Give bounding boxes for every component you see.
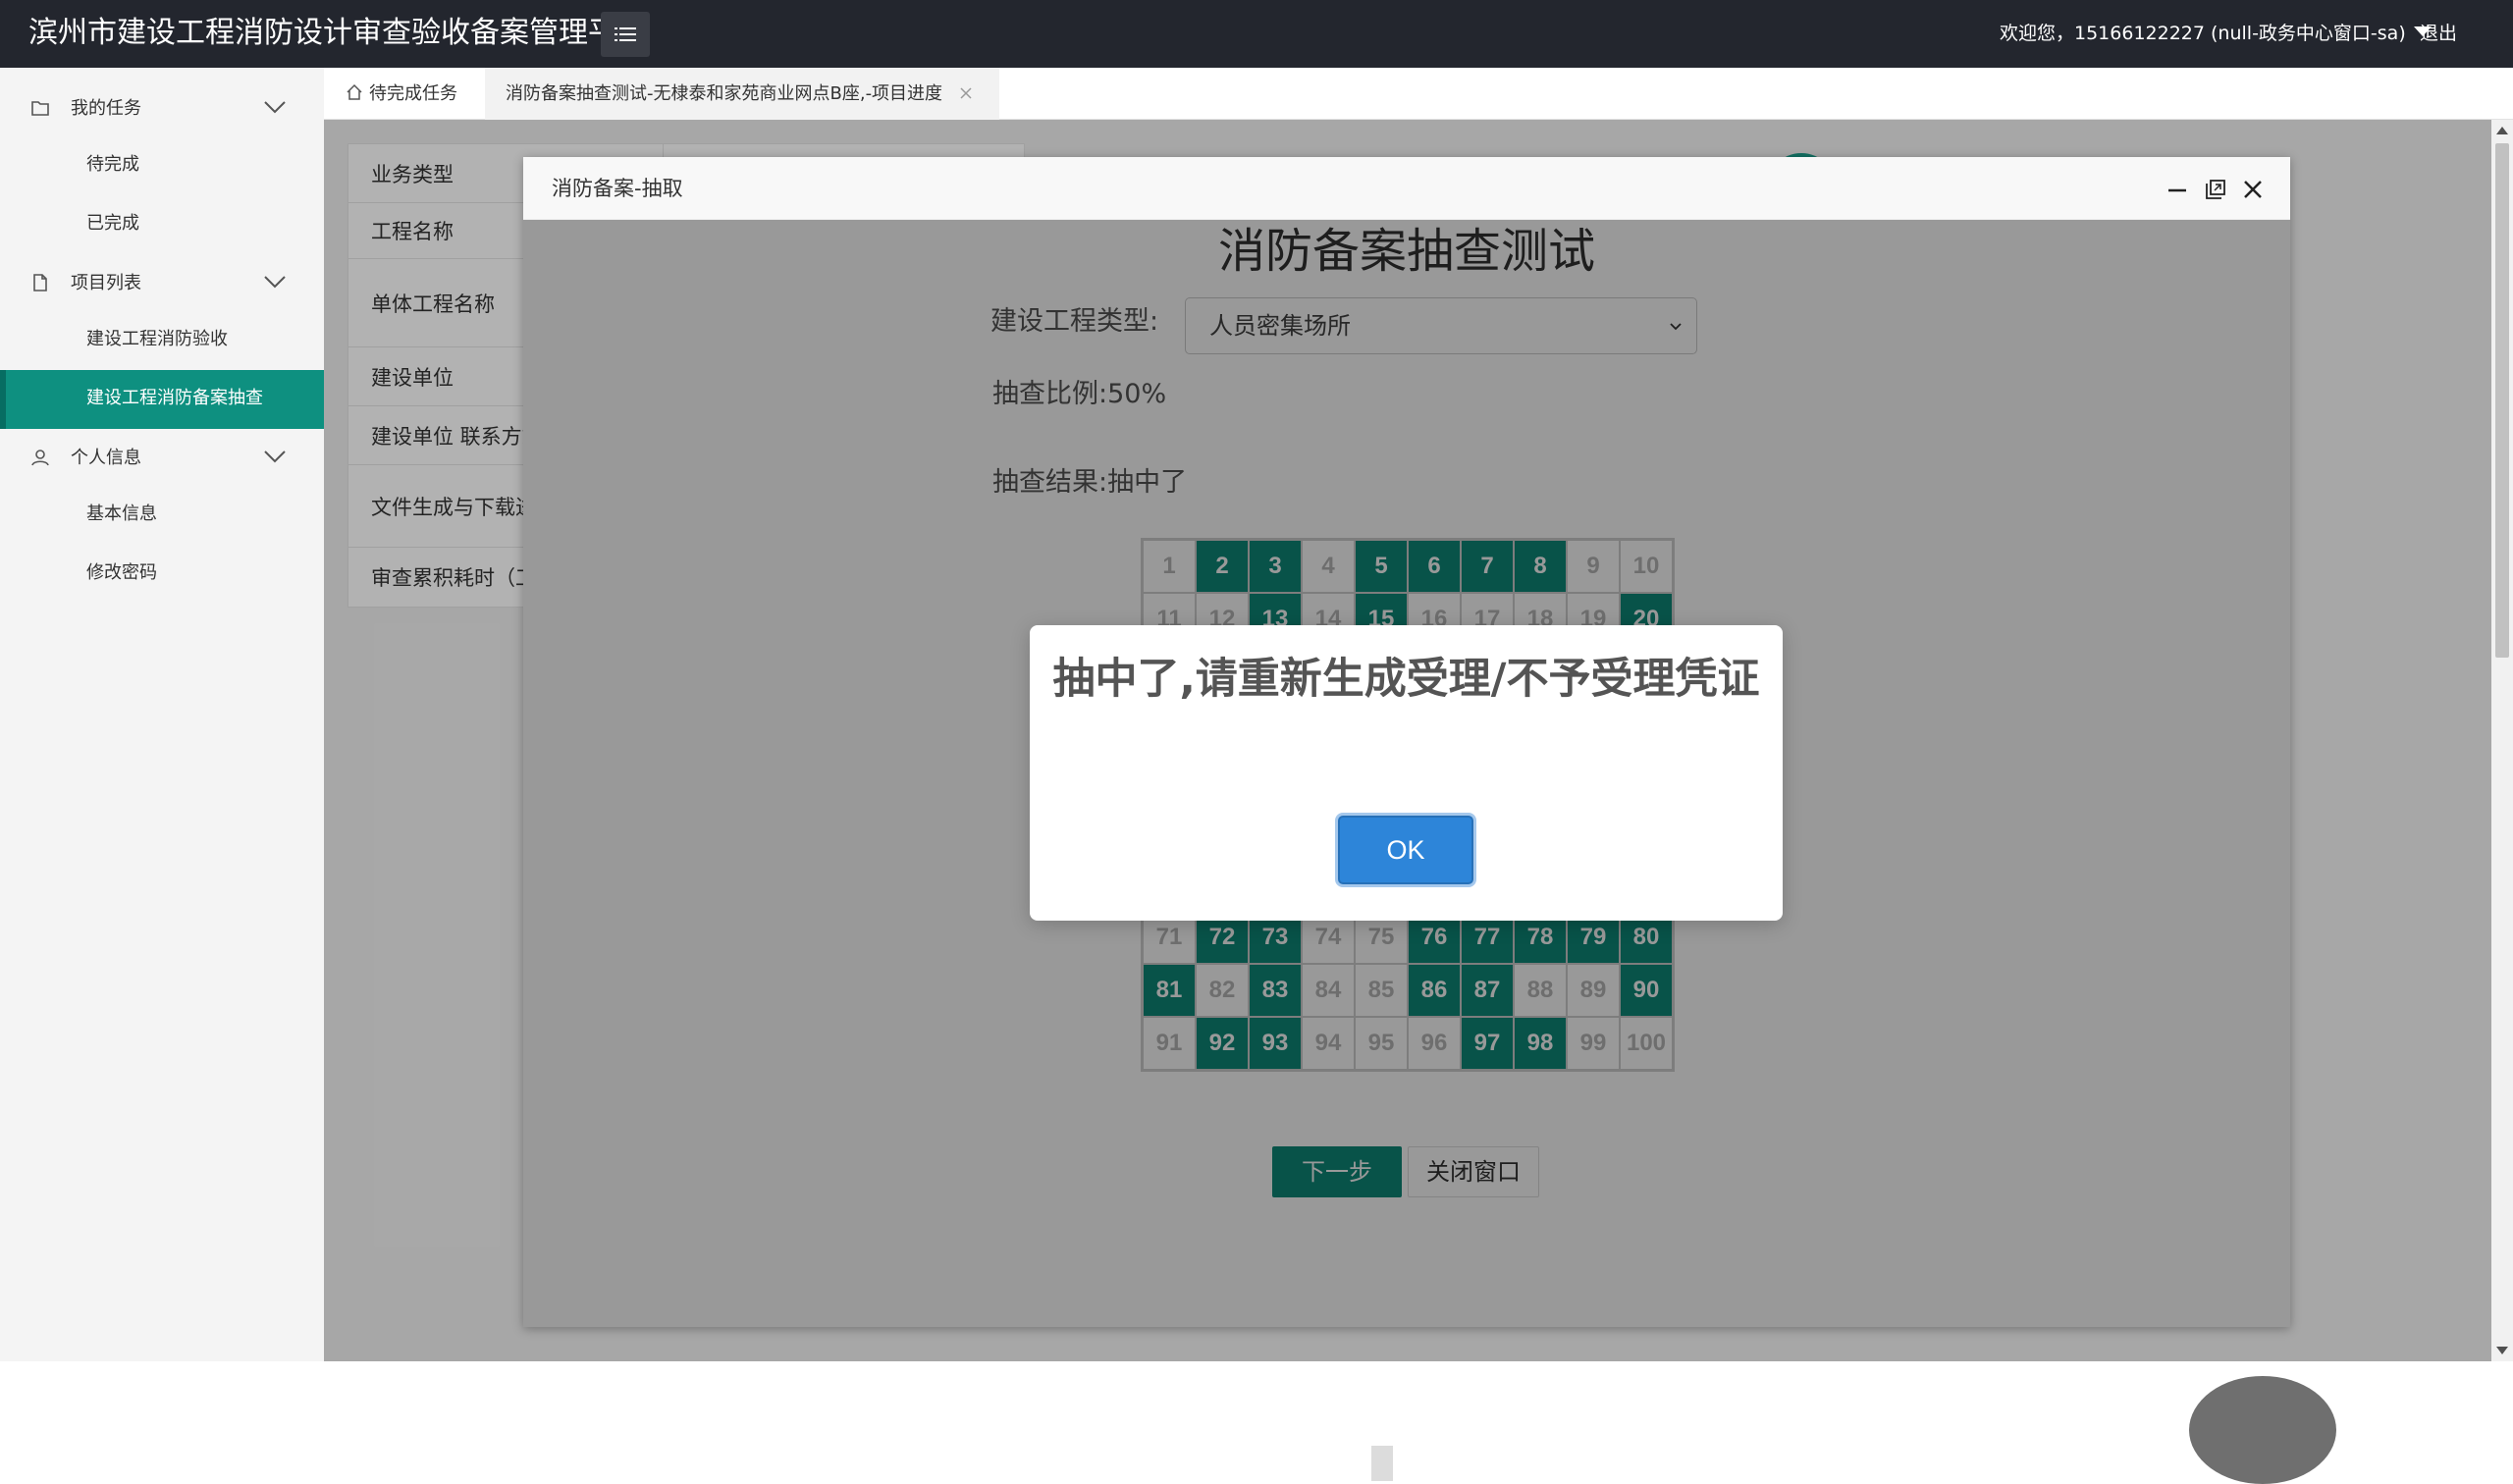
sidebar-item-label: 建设工程消防验收 [86, 329, 228, 349]
sidebar: 我的任务 待完成 已完成 项目列表 建设工程消防验收 建设工程消防备案抽查 个人… [0, 68, 324, 1361]
sidebar-item-change-password[interactable]: 修改密码 [0, 545, 324, 604]
sidebar-item-pending[interactable]: 待完成 [0, 136, 324, 195]
dialog-title: 消防备案-抽取 [552, 177, 683, 200]
sidebar-item-label: 修改密码 [86, 562, 157, 583]
sidebar-group-label: 我的任务 [71, 98, 141, 119]
logout-link[interactable]: 退出 [2420, 21, 2457, 46]
tab-label: 待完成任务 [369, 83, 457, 104]
user-menu[interactable]: 欢迎您，15166122227 (null-政务中心窗口-sa) [2000, 21, 2432, 46]
maximize-icon[interactable] [2205, 179, 2226, 200]
document-icon [33, 274, 47, 292]
dialog-titlebar: 消防备案-抽取 [523, 157, 2290, 220]
sidebar-group-personal[interactable]: 个人信息 [0, 434, 324, 483]
scrollbar-thumb[interactable] [2495, 143, 2509, 658]
divider [1371, 1446, 1393, 1481]
top-header: 滨州市建设工程消防设计审查验收备案管理平台 欢迎您，15166122227 (n… [0, 0, 2513, 68]
menu-toggle-button[interactable] [601, 12, 650, 57]
sidebar-item-label: 已完成 [86, 213, 139, 234]
sidebar-item-fire-acceptance[interactable]: 建设工程消防验收 [0, 311, 324, 370]
sidebar-item-basic-info[interactable]: 基本信息 [0, 486, 324, 545]
sidebar-item-label: 待完成 [86, 154, 139, 175]
scroll-up-icon[interactable] [2496, 127, 2508, 134]
sidebar-item-fire-record-check[interactable]: 建设工程消防备案抽查 [0, 370, 324, 429]
ok-button[interactable]: OK [1335, 813, 1476, 887]
minimize-icon[interactable] [2166, 179, 2188, 200]
chevron-down-icon [264, 450, 286, 463]
list-icon [615, 27, 636, 41]
folder-icon [31, 101, 49, 116]
home-icon [347, 83, 362, 100]
user-icon [31, 450, 49, 466]
tab-label: 消防备案抽查测试-无棣泰和家苑商业网点B座,-项目进度 [506, 83, 943, 104]
chevron-down-icon [264, 276, 286, 289]
close-icon[interactable] [958, 85, 974, 101]
alert-dialog: 抽中了,请重新生成受理/不予受理凭证 OK [1030, 625, 1783, 921]
tab-current[interactable]: 消防备案抽查测试-无棣泰和家苑商业网点B座,-项目进度 [485, 68, 999, 120]
tab-home[interactable]: 待完成任务 [346, 68, 457, 120]
sidebar-item-completed[interactable]: 已完成 [0, 195, 324, 254]
sidebar-group-my-tasks[interactable]: 我的任务 [0, 84, 324, 133]
page-scrollbar[interactable] [2491, 120, 2513, 1361]
sidebar-group-label: 个人信息 [71, 448, 141, 468]
sidebar-item-label: 建设工程消防备案抽查 [86, 388, 263, 408]
sidebar-group-label: 项目列表 [71, 273, 141, 293]
chevron-down-icon [264, 101, 286, 114]
sidebar-group-projects[interactable]: 项目列表 [0, 259, 324, 308]
tab-bar: 待完成任务 消防备案抽查测试-无棣泰和家苑商业网点B座,-项目进度 [324, 68, 2513, 120]
progress-circle [2189, 1376, 2336, 1484]
welcome-text: 欢迎您，15166122227 (null-政务中心窗口-sa) [2000, 23, 2406, 44]
scroll-down-icon[interactable] [2496, 1347, 2508, 1354]
app-title: 滨州市建设工程消防设计审查验收备案管理平台 [28, 16, 647, 50]
sidebar-item-label: 基本信息 [86, 504, 157, 524]
alert-message: 抽中了,请重新生成受理/不予受理凭证 [1052, 655, 1760, 704]
close-icon[interactable] [2242, 179, 2264, 200]
